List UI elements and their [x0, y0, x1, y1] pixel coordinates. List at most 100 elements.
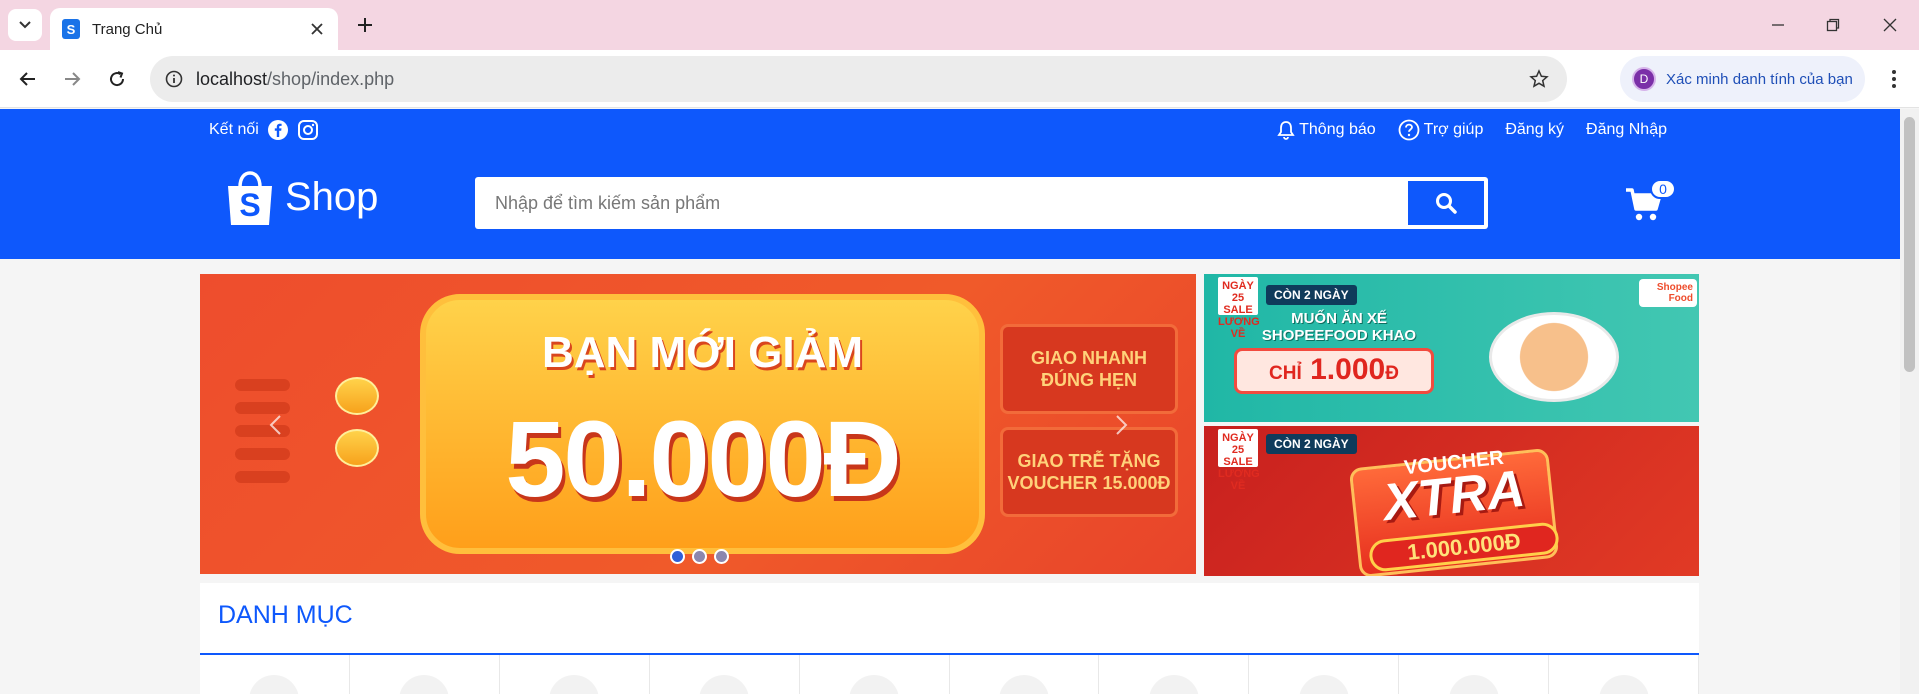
more-vertical-icon	[1892, 70, 1896, 88]
profile-text: Xác minh danh tính của bạn	[1666, 70, 1853, 88]
shopping-bag-logo-icon: S	[225, 171, 275, 225]
bell-icon	[1277, 121, 1295, 140]
plus-icon	[358, 18, 372, 32]
browser-tab-active[interactable]: S Trang Chủ	[50, 8, 338, 50]
minimize-button[interactable]	[1760, 10, 1796, 40]
url-host: localhost	[196, 69, 268, 89]
price-unit: Đ	[1385, 363, 1399, 384]
category-title: DANH MỤC	[218, 601, 353, 629]
help-circle-icon	[1398, 119, 1420, 141]
category-item[interactable]	[1399, 655, 1550, 694]
category-thumbnail	[699, 675, 750, 694]
logo-letter: S	[239, 187, 260, 223]
category-thumbnail	[1298, 675, 1349, 694]
price-value: 1.000	[1310, 353, 1386, 386]
profile-chip[interactable]: D Xác minh danh tính của bạn	[1620, 56, 1865, 102]
browser-menu-button[interactable]	[1880, 63, 1908, 95]
category-item[interactable]	[1249, 655, 1400, 694]
category-item[interactable]	[1099, 655, 1250, 694]
shopeefood-banner[interactable]: NGÀY 25 SALE LƯƠNG VỀ CÒN 2 NGÀY MUỐN ĂN…	[1204, 274, 1699, 422]
tab-search-button[interactable]	[8, 9, 42, 41]
page-scrollbar[interactable]	[1900, 109, 1919, 694]
promo-title: BẠN MỚI GIẢM	[541, 328, 864, 377]
category-item[interactable]	[1549, 655, 1700, 694]
category-list	[200, 655, 1700, 694]
shop-favicon-icon: S	[62, 19, 80, 39]
category-item[interactable]	[799, 655, 950, 694]
close-window-button[interactable]	[1872, 10, 1908, 40]
site-header: Kết nối Thông báo Trợ giúp Đăng ký Đăng …	[0, 109, 1900, 259]
fast-delivery-box: GIAO NHANH ĐÚNG HẸN	[1000, 324, 1178, 414]
voucher-xtra-banner[interactable]: NGÀY 25 SALE LƯƠNG VỀ CÒN 2 NGÀY VOUCHER…	[1204, 426, 1699, 576]
connect-label: Kết nối	[209, 121, 259, 138]
notifications-link[interactable]: Thông báo	[1277, 120, 1376, 140]
scrollbar-thumb[interactable]	[1904, 117, 1915, 372]
decorative-stripes	[235, 379, 290, 494]
carousel-dot-3[interactable]	[714, 549, 729, 564]
instagram-icon[interactable]	[297, 119, 319, 141]
minimize-icon	[1772, 24, 1784, 26]
address-bar[interactable]: localhost/shop/index.php	[150, 56, 1567, 102]
shopeefood-logo: Shopee Food	[1639, 279, 1697, 307]
site-info-button[interactable]	[162, 67, 186, 91]
close-icon	[1883, 18, 1897, 32]
help-link[interactable]: Trợ giúp	[1398, 119, 1484, 141]
social-connect: Kết nối	[209, 119, 319, 141]
category-thumbnail	[549, 675, 600, 694]
avatar: D	[1632, 67, 1656, 91]
browser-toolbar: localhost/shop/index.php D Xác minh danh…	[0, 50, 1919, 108]
help-label: Trợ giúp	[1423, 121, 1484, 138]
category-thumbnail	[849, 675, 900, 694]
late-delivery-voucher-box: GIAO TRỄ TẶNG VOUCHER 15.000Đ	[1000, 427, 1178, 517]
star-icon	[1529, 69, 1549, 88]
carousel-dot-2[interactable]	[692, 549, 707, 564]
restore-button[interactable]	[1815, 10, 1851, 40]
forward-button[interactable]	[56, 63, 88, 95]
carousel-dot-1[interactable]	[670, 549, 685, 564]
main-carousel-banner[interactable]: BẠN MỚI GIẢM 50.000Đ GIAO NHANH ĐÚNG HẸN…	[200, 274, 1196, 574]
category-thumbnail	[249, 675, 300, 694]
category-item[interactable]	[349, 655, 500, 694]
cart-count-badge: 0	[1650, 179, 1676, 199]
header-top-links: Thông báo Trợ giúp Đăng ký Đăng Nhập	[1255, 119, 1667, 141]
carousel-next-button[interactable]	[1111, 414, 1133, 436]
register-label: Đăng ký	[1505, 121, 1565, 138]
category-item[interactable]	[649, 655, 800, 694]
new-tab-button[interactable]	[352, 12, 378, 38]
close-tab-button[interactable]	[308, 20, 326, 38]
search-icon	[1436, 193, 1457, 214]
logo-text: Shop	[285, 174, 379, 219]
info-icon	[165, 70, 183, 88]
category-item[interactable]	[499, 655, 650, 694]
site-logo[interactable]: S Shop	[225, 171, 379, 225]
arrow-right-icon	[65, 72, 81, 86]
facebook-icon[interactable]	[267, 119, 289, 141]
coin-icon	[335, 377, 379, 415]
category-thumbnail	[1448, 675, 1499, 694]
url-path: /shop/index.php	[267, 69, 395, 89]
days-left-tag: CÒN 2 NGÀY	[1266, 285, 1357, 305]
cart-button[interactable]: 0	[1625, 179, 1676, 227]
bookmark-button[interactable]	[1527, 67, 1551, 91]
food-headline: MUỐN ĂN XẾ SHOPEEFOOD KHAO	[1261, 310, 1417, 345]
search-button[interactable]	[1408, 181, 1484, 225]
search-input[interactable]	[475, 177, 1405, 229]
category-item[interactable]	[949, 655, 1100, 694]
promo-card: BẠN MỚI GIẢM 50.000Đ	[420, 294, 985, 554]
category-thumbnail	[399, 675, 450, 694]
carousel-prev-button[interactable]	[264, 414, 286, 436]
chevron-right-icon	[1116, 415, 1128, 435]
login-link[interactable]: Đăng Nhập	[1586, 121, 1667, 139]
url-text: localhost/shop/index.php	[196, 69, 394, 90]
category-item[interactable]	[200, 655, 350, 694]
category-thumbnail	[1148, 675, 1199, 694]
reload-button[interactable]	[101, 63, 133, 95]
category-thumbnail	[998, 675, 1049, 694]
notifications-label: Thông báo	[1299, 121, 1376, 138]
register-link[interactable]: Đăng ký	[1505, 121, 1564, 139]
price-prefix: CHỈ	[1269, 363, 1302, 384]
chevron-down-icon	[19, 21, 31, 29]
back-button[interactable]	[12, 63, 44, 95]
restore-icon	[1826, 18, 1840, 32]
login-label: Đăng Nhập	[1586, 121, 1667, 138]
